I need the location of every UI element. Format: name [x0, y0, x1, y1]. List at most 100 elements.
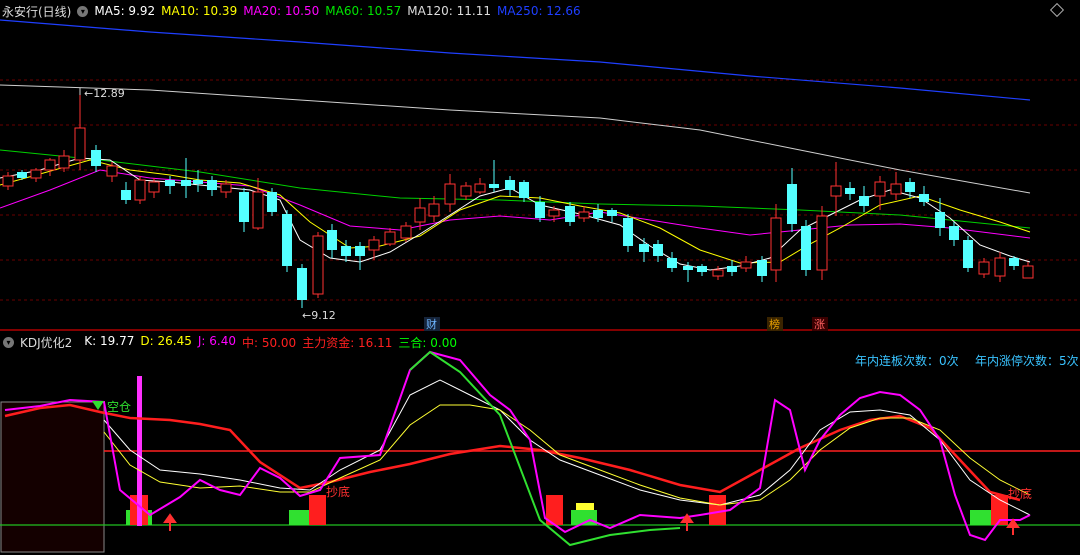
candle-body — [816, 215, 828, 271]
candle-body — [919, 194, 929, 202]
candle-body — [74, 127, 86, 161]
candle-body — [368, 239, 380, 251]
candle-body — [282, 214, 292, 266]
candle-body — [935, 212, 945, 228]
candle-body — [239, 192, 249, 222]
indicator-name[interactable]: KDJ优化2 — [20, 334, 72, 351]
ma250-line — [0, 19, 1031, 101]
candle-body — [428, 203, 440, 217]
candle-body — [994, 257, 1006, 277]
candle-body — [297, 268, 307, 300]
candle-body — [565, 206, 575, 222]
ma-label-3: MA60: 10.57 — [325, 4, 402, 18]
candle-body — [770, 217, 782, 271]
low-price-label: ←9.12 — [302, 309, 336, 322]
candle-body — [474, 183, 486, 193]
candle-body — [757, 260, 767, 276]
candle-body — [607, 210, 617, 216]
candle-body — [519, 182, 529, 198]
candle-body — [148, 181, 160, 193]
price-grid — [0, 79, 1080, 301]
candle-body — [327, 230, 337, 250]
candle-body — [845, 188, 855, 194]
indicator-value-2: J: 6.40 — [197, 333, 236, 348]
bottom-fish-label: 抄底 — [326, 484, 350, 499]
candle-body — [165, 180, 175, 186]
candle-body — [859, 196, 869, 206]
candle-body — [252, 191, 264, 229]
candle-body — [740, 261, 752, 269]
candle-body — [489, 184, 499, 188]
candle-body — [874, 181, 886, 197]
candle-body — [220, 183, 232, 193]
candle-body — [890, 183, 902, 195]
candle-body — [207, 180, 217, 190]
high-price-label: ←12.89 — [84, 87, 125, 100]
candle-body — [400, 225, 412, 239]
candle-body — [653, 244, 663, 256]
indicator-value-3: 中: 50.00 — [241, 335, 297, 350]
candle-body — [593, 210, 603, 218]
candle-body — [667, 258, 677, 268]
candle-body — [121, 190, 131, 200]
ma-label-4: MA120: 11.11 — [407, 4, 491, 18]
ma120-line — [0, 84, 1031, 194]
candle-body — [683, 266, 693, 270]
candle-body — [963, 240, 973, 268]
indicator-value-5: 三合: 0.00 — [398, 335, 457, 350]
candle-body — [193, 180, 203, 184]
candle-body — [548, 209, 560, 217]
ma-label-5: MA250: 12.66 — [496, 4, 581, 18]
limit-up-consecutive-stat: 年内连板次数：0次 — [855, 354, 959, 368]
candle-body — [1022, 265, 1034, 279]
limit-up-count-stat: 年内涨停次数：5次 — [975, 354, 1079, 368]
ma-legend: MA5: 9.92 MA10: 10.39 MA20: 10.50 MA60: 10.… — [94, 4, 586, 18]
candle-body — [949, 226, 959, 240]
indicator-value-0: K: 19.77 — [84, 333, 135, 348]
candle-body — [44, 159, 56, 171]
indicator-inset-box — [0, 401, 105, 553]
candlestick-series — [2, 88, 1034, 308]
indicator-header: ▾ KDJ优化2 K: 19.77 D: 26.45 J: 6.40 中: 50.00… — [0, 333, 469, 351]
j-line — [4, 350, 1031, 542]
chevron-down-icon[interactable]: ▾ — [77, 5, 89, 17]
candle-body — [623, 218, 633, 246]
stock-title[interactable]: 永安行(日线) — [2, 3, 71, 20]
candle-body — [727, 266, 737, 272]
candle-body — [312, 235, 324, 295]
candle-body — [17, 172, 27, 178]
chart-canvas: ←12.89 ←9.12 财 榜 涨 空仓 抄底 抄底 — [0, 19, 1080, 553]
candle-body — [134, 179, 146, 201]
chevron-down-icon[interactable]: ▾ — [3, 336, 14, 348]
candle-body — [1009, 258, 1019, 266]
candle-body — [91, 150, 101, 166]
candle-body — [2, 175, 14, 187]
zhuli-line — [4, 403, 1021, 502]
candle-body — [444, 183, 456, 205]
candle-body — [355, 246, 365, 256]
candle-body — [801, 226, 811, 270]
k-line — [103, 379, 1031, 516]
candle-body — [341, 246, 351, 256]
candle-body — [30, 169, 42, 179]
candle-body — [578, 211, 590, 219]
marker-limit-up[interactable]: 涨 — [814, 318, 825, 331]
candle-body — [697, 266, 707, 272]
price-header: 永安行(日线) ▾ MA5: 9.92 MA10: 10.39 MA20: 10.5… — [0, 2, 593, 20]
candle-body — [830, 185, 842, 197]
candle-body — [106, 165, 118, 177]
candle-body — [905, 182, 915, 192]
indicator-legend: K: 19.77 D: 26.45 J: 6.40 中: 50.00 主力资金: 16.… — [78, 334, 463, 351]
candle-body — [460, 185, 472, 197]
candle-body — [787, 184, 797, 224]
marker-ranking[interactable]: 榜 — [769, 317, 780, 331]
candle-body — [414, 207, 426, 223]
bottom-fish-label-2: 抄底 — [1008, 486, 1032, 501]
ma-label-0: MA5: 9.92 — [94, 4, 156, 18]
candle-body — [978, 261, 990, 275]
candle-body — [181, 180, 191, 186]
candle-body — [712, 269, 724, 277]
candle-body — [535, 202, 545, 218]
marker-finance[interactable]: 财 — [426, 317, 437, 331]
candle-body — [639, 244, 649, 252]
